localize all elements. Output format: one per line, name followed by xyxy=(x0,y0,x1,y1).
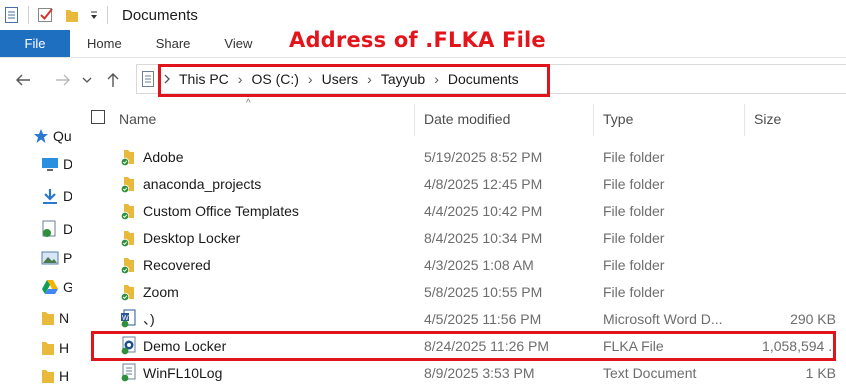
navigation-pane: Qu D D D P G N H H xyxy=(0,102,72,387)
column-date-modified[interactable]: Date modified xyxy=(424,102,510,136)
pictures-icon xyxy=(41,251,59,265)
file-name: WinFL10Log xyxy=(143,364,223,381)
text-file-icon xyxy=(118,363,138,383)
address-highlight-box xyxy=(158,64,550,97)
arrow-up-icon[interactable] xyxy=(102,72,124,88)
file-date-modified: 5/8/2025 10:55 PM xyxy=(424,283,543,300)
file-date-modified: 4/8/2025 12:45 PM xyxy=(424,175,543,192)
file-type: Microsoft Word D... xyxy=(603,310,723,327)
customize-dropdown-icon[interactable] xyxy=(89,8,99,22)
file-name: Recovered xyxy=(143,256,211,273)
nav-item-documents[interactable]: D xyxy=(41,220,72,238)
tab-view[interactable]: View xyxy=(207,30,269,57)
location-icon xyxy=(141,70,155,88)
column-divider[interactable] xyxy=(593,104,594,136)
chevron-down-icon[interactable] xyxy=(76,76,98,84)
title-bar: Documents xyxy=(0,0,846,30)
new-folder-icon[interactable] xyxy=(65,6,79,24)
folder-icon xyxy=(42,370,54,383)
star-icon xyxy=(34,129,48,143)
file-type: File folder xyxy=(603,283,665,300)
nav-item-folder-n[interactable]: N xyxy=(41,310,69,326)
download-icon xyxy=(43,189,57,204)
file-name: Desktop Locker xyxy=(143,229,241,246)
column-name[interactable]: Name xyxy=(119,102,156,136)
file-row[interactable]: WinFL10Log 8/9/2025 3:53 PM Text Document 1… xyxy=(115,359,846,386)
folder-icon xyxy=(118,255,138,275)
file-date-modified: 4/5/2025 11:56 PM xyxy=(424,310,542,327)
document-icon xyxy=(42,220,56,237)
file-size: 1 KB xyxy=(805,364,836,381)
folder-icon xyxy=(118,201,138,221)
checkmark-icon[interactable] xyxy=(37,6,55,24)
file-type: File folder xyxy=(603,175,665,192)
file-row[interactable]: Adobe 5/19/2025 8:52 PM File folder xyxy=(115,143,846,170)
annotation-label: Address of .FLKA File xyxy=(289,28,546,52)
nav-item-desktop[interactable]: D xyxy=(41,156,72,172)
file-type: File folder xyxy=(603,202,665,219)
file-date-modified: 5/19/2025 8:52 PM xyxy=(424,148,543,165)
arrow-left-icon[interactable] xyxy=(12,73,34,87)
folder-icon xyxy=(118,174,138,194)
file-size: 290 KB xyxy=(790,310,836,327)
file-row[interactable]: Recovered 4/3/2025 1:08 AM File folder xyxy=(115,251,846,278)
file-name: Zoom xyxy=(143,283,179,300)
nav-item-google-drive[interactable]: G xyxy=(41,279,72,295)
file-name: Adobe xyxy=(143,148,184,165)
desktop-icon xyxy=(42,158,58,171)
word-doc-icon: W xyxy=(118,309,138,329)
file-type: File folder xyxy=(603,148,665,165)
arrow-right-icon[interactable] xyxy=(52,73,74,87)
nav-item-pictures[interactable]: P xyxy=(41,250,72,266)
window-title: Documents xyxy=(122,6,198,24)
drive-icon xyxy=(42,280,58,294)
file-row[interactable]: Custom Office Templates 4/4/2025 10:42 PM… xyxy=(115,197,846,224)
folder-icon xyxy=(118,147,138,167)
folder-icon xyxy=(42,312,54,325)
file-row[interactable]: Desktop Locker 8/4/2025 10:34 PM File fold… xyxy=(115,224,846,251)
folder-icon xyxy=(42,342,54,355)
divider xyxy=(28,6,29,24)
tab-share[interactable]: Share xyxy=(139,30,208,57)
nav-item-folder-h2[interactable]: H xyxy=(41,368,69,384)
file-name: 、) xyxy=(143,310,155,327)
file-type: File folder xyxy=(603,256,665,273)
column-size[interactable]: Size xyxy=(754,102,781,136)
file-type: Text Document xyxy=(603,364,697,381)
file-name: anaconda_projects xyxy=(143,175,262,192)
folder-icon xyxy=(118,228,138,248)
file-date-modified: 8/9/2025 3:53 PM xyxy=(424,364,535,381)
column-type[interactable]: Type xyxy=(603,102,633,136)
file-type: File folder xyxy=(603,229,665,246)
file-row[interactable]: Zoom 5/8/2025 10:55 PM File folder xyxy=(115,278,846,305)
properties-icon[interactable] xyxy=(4,6,20,24)
flka-file-highlight-box xyxy=(91,331,836,361)
column-divider[interactable] xyxy=(414,104,415,136)
nav-item-downloads[interactable]: D xyxy=(41,188,72,204)
tab-home[interactable]: Home xyxy=(70,30,139,57)
file-date-modified: 4/4/2025 10:42 PM xyxy=(424,202,543,219)
column-divider[interactable] xyxy=(744,104,745,136)
file-date-modified: 4/3/2025 1:08 AM xyxy=(424,256,534,273)
file-date-modified: 8/4/2025 10:34 PM xyxy=(424,229,543,246)
tab-file[interactable]: File xyxy=(0,30,70,57)
column-headers: Name Date modified Type Size xyxy=(72,102,846,136)
nav-item-quick-access[interactable]: Qu xyxy=(33,128,72,144)
nav-item-folder-h1[interactable]: H xyxy=(41,340,69,356)
file-name: Custom Office Templates xyxy=(143,202,299,219)
folder-icon xyxy=(118,282,138,302)
divider xyxy=(107,6,108,24)
file-row[interactable]: anaconda_projects 4/8/2025 12:45 PM File f… xyxy=(115,170,846,197)
file-row[interactable]: W 、) 4/5/2025 11:56 PM Microsoft Word D... 2… xyxy=(115,305,846,332)
